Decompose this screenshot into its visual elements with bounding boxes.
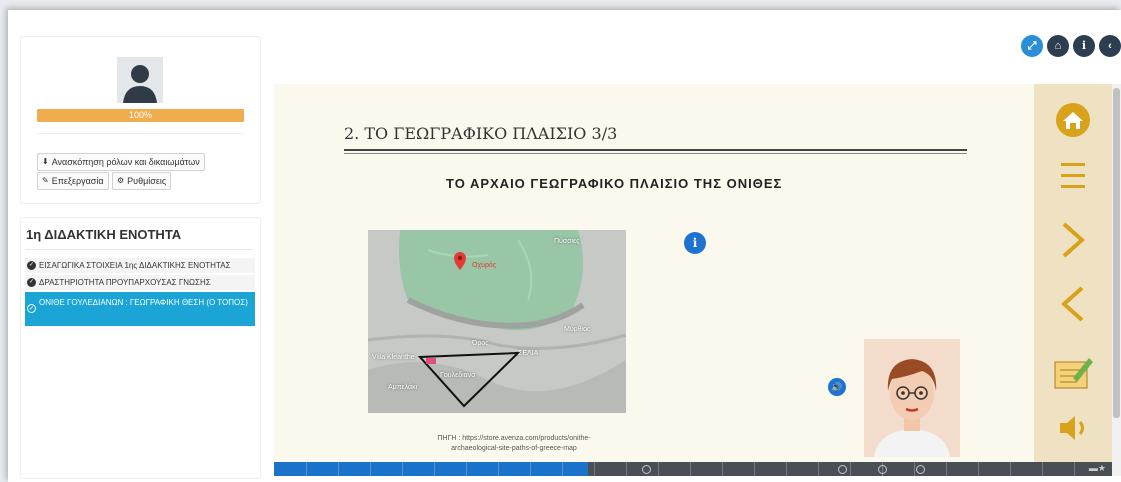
progress-segment xyxy=(402,462,403,476)
home-icon[interactable]: ⌂ xyxy=(1047,35,1069,57)
progress-segment xyxy=(850,462,851,476)
slide-progress-fill xyxy=(274,462,589,476)
edit-button-label: Επεξεργασία xyxy=(51,176,104,186)
nav-home[interactable] xyxy=(1034,90,1112,150)
slide-title: 2. ΤΟ ΓΕΩΓΡΑΦΙΚΟ ΠΛΑΙΣΙΟ 3/3 xyxy=(344,124,618,143)
nav-sound[interactable] xyxy=(1034,398,1112,458)
map-label: Αμπελάκι xyxy=(388,384,418,391)
map-label: Πύσσιες xyxy=(554,238,580,245)
speaker-icon[interactable]: 🔊 xyxy=(828,378,846,396)
profile-progress-bar: 100% xyxy=(37,109,244,122)
unit-list-item[interactable]: ✓ ΔΡΑΣΤΗΡΙΟΤΗΤΑ ΠΡΟΥΠΑΡΧΟΥΣΑΣ ΓΝΩΣΗΣ xyxy=(25,275,255,290)
sound-icon xyxy=(1060,416,1084,440)
top-toolbar: ⤢ ⌂ i ‹ xyxy=(1021,35,1121,57)
progress-segment xyxy=(626,462,627,476)
map-label: Όρος xyxy=(472,340,489,347)
info-icon[interactable]: i xyxy=(1073,35,1095,57)
progress-segment xyxy=(306,462,307,476)
scrollbar[interactable] xyxy=(1112,84,1121,476)
check-circle-icon: ✓ xyxy=(27,261,36,270)
unit-item-label: ΔΡΑΣΤΗΡΙΟΤΗΤΑ ΠΡΟΥΠΑΡΧΟΥΣΑΣ ΓΝΩΣΗΣ xyxy=(39,278,211,287)
progress-segment xyxy=(338,462,339,476)
progress-label: 100% xyxy=(128,110,153,120)
progress-segment xyxy=(914,462,915,476)
progress-segment xyxy=(594,462,595,476)
nav-prev[interactable] xyxy=(1034,274,1112,334)
nav-notes[interactable] xyxy=(1034,342,1112,402)
map-label: Μύρθιος xyxy=(564,326,591,333)
overview-button[interactable]: ⬇ Ανασκόπηση ρόλων και δικαιωμάτων xyxy=(37,153,205,171)
unit-title: 1η ΔΙΔΑΚΤΙΚΗ ΕΝΟΤΗΤΑ xyxy=(26,227,182,242)
progress-segment xyxy=(946,462,947,476)
side-navigation xyxy=(1034,84,1112,462)
title-rule-thin xyxy=(344,153,967,154)
progress-segment xyxy=(498,462,499,476)
map-label: Γουλεδιανα xyxy=(440,372,476,379)
progress-segment xyxy=(1010,462,1011,476)
progress-segment xyxy=(818,462,819,476)
edit-button[interactable]: ✎ Επεξεργασία xyxy=(37,172,109,190)
notes-icon xyxy=(1054,358,1093,389)
map-label: Οχυρός xyxy=(472,262,497,269)
nav-menu[interactable] xyxy=(1034,146,1112,206)
progress-marker[interactable] xyxy=(642,465,651,474)
progress-segment xyxy=(722,462,723,476)
source-caption: ΠΗΓΗ : https://store.avenza.com/products… xyxy=(384,434,644,454)
unit-list-item[interactable]: ✓ ΕΙΣΑΓΩΓΙΚΑ ΣΤΟΙΧΕΙΑ 1ης ΔΙΔΑΚΤΙΚΗΣ ΕΝΟ… xyxy=(25,258,255,273)
source-line: ΠΗΓΗ : https://store.avenza.com/products… xyxy=(437,435,591,442)
progress-segment xyxy=(1074,462,1075,476)
progress-marker[interactable] xyxy=(838,465,847,474)
unit-list-item-active[interactable]: ✓ ΟΝΙΘΕ ΓΟΥΛΕΔΙΑΝΩΝ : ΓΕΩΓΡΑΦΙΚΗ ΘΕΣΗ (Ο… xyxy=(25,292,255,326)
avatar xyxy=(117,57,163,103)
pencil-icon: ✎ xyxy=(42,176,49,185)
progress-segment xyxy=(978,462,979,476)
progress-segment xyxy=(786,462,787,476)
source-line: archaeological-site-paths-of-greece-map xyxy=(451,445,577,452)
settings-button[interactable]: ⚙ Ρυθμίσεις xyxy=(112,172,172,190)
bookmark-icon[interactable]: ▬★ xyxy=(1089,463,1106,474)
gear-icon: ⚙ xyxy=(117,176,125,185)
prev-icon xyxy=(1060,286,1084,322)
settings-button-label: Ρυθμίσεις xyxy=(127,176,167,186)
progress-marker[interactable] xyxy=(916,465,925,474)
profile-card: 100% ⬇ Ανασκόπηση ρόλων και δικαιωμάτων … xyxy=(20,36,261,204)
divider xyxy=(25,249,253,250)
menu-icon xyxy=(1061,163,1085,188)
nav-next[interactable] xyxy=(1034,210,1112,270)
unit-item-label: ΟΝΙΘΕ ΓΟΥΛΕΔΙΑΝΩΝ : ΓΕΩΓΡΑΦΙΚΗ ΘΕΣΗ (Ο Τ… xyxy=(39,298,248,307)
check-circle-icon: ✓ xyxy=(27,304,36,313)
check-circle-icon: ✓ xyxy=(27,278,36,287)
progress-segment xyxy=(562,462,563,476)
download-icon: ⬇ xyxy=(42,157,49,166)
progress-segment xyxy=(466,462,467,476)
progress-segment xyxy=(370,462,371,476)
progress-segment xyxy=(658,462,659,476)
scrollbar-thumb[interactable] xyxy=(1113,88,1120,418)
divider xyxy=(37,133,244,134)
progress-segment xyxy=(434,462,435,476)
character-avatar xyxy=(864,339,960,457)
map-image: Πύσσιες Οχυρός Μύρθιος Όρος Villa Kleant… xyxy=(368,230,626,413)
unit-item-label: ΕΙΣΑΓΩΓΙΚΑ ΣΤΟΙΧΕΙΑ 1ης ΔΙΔΑΚΤΙΚΗΣ ΕΝΟΤΗ… xyxy=(39,261,231,270)
back-icon[interactable]: ‹ xyxy=(1099,35,1121,57)
slide-subtitle: ΤΟ ΑΡΧΑΙΟ ΓΕΩΓΡΑΦΙΚΟ ΠΛΑΙΣΙΟ ΤΗΣ ΟΝΙΘΕΣ xyxy=(446,176,783,191)
progress-segment xyxy=(754,462,755,476)
progress-segment xyxy=(882,462,883,476)
next-icon xyxy=(1062,222,1086,258)
map-label: ΣΕΛΙΑ xyxy=(518,350,539,357)
overview-button-label: Ανασκόπηση ρόλων και δικαιωμάτων xyxy=(51,157,200,167)
progress-segment xyxy=(1042,462,1043,476)
home-icon xyxy=(1056,103,1090,137)
unit-card: 1η ΔΙΔΑΚΤΙΚΗ ΕΝΟΤΗΤΑ ✓ ΕΙΣΑΓΩΓΙΚΑ ΣΤΟΙΧΕ… xyxy=(20,217,261,479)
map-label: Villa Kleanthe xyxy=(372,354,415,361)
slide-progress-bar[interactable]: ▬★ xyxy=(274,462,1112,476)
info-icon[interactable]: i xyxy=(684,232,706,254)
slide: 2. ΤΟ ΓΕΩΓΡΑΦΙΚΟ ΠΛΑΙΣΙΟ 3/3 ΤΟ ΑΡΧΑΙΟ Γ… xyxy=(274,84,1034,462)
expand-icon[interactable]: ⤢ xyxy=(1021,35,1043,57)
progress-segment xyxy=(530,462,531,476)
title-rule xyxy=(344,149,967,151)
progress-segment xyxy=(690,462,691,476)
